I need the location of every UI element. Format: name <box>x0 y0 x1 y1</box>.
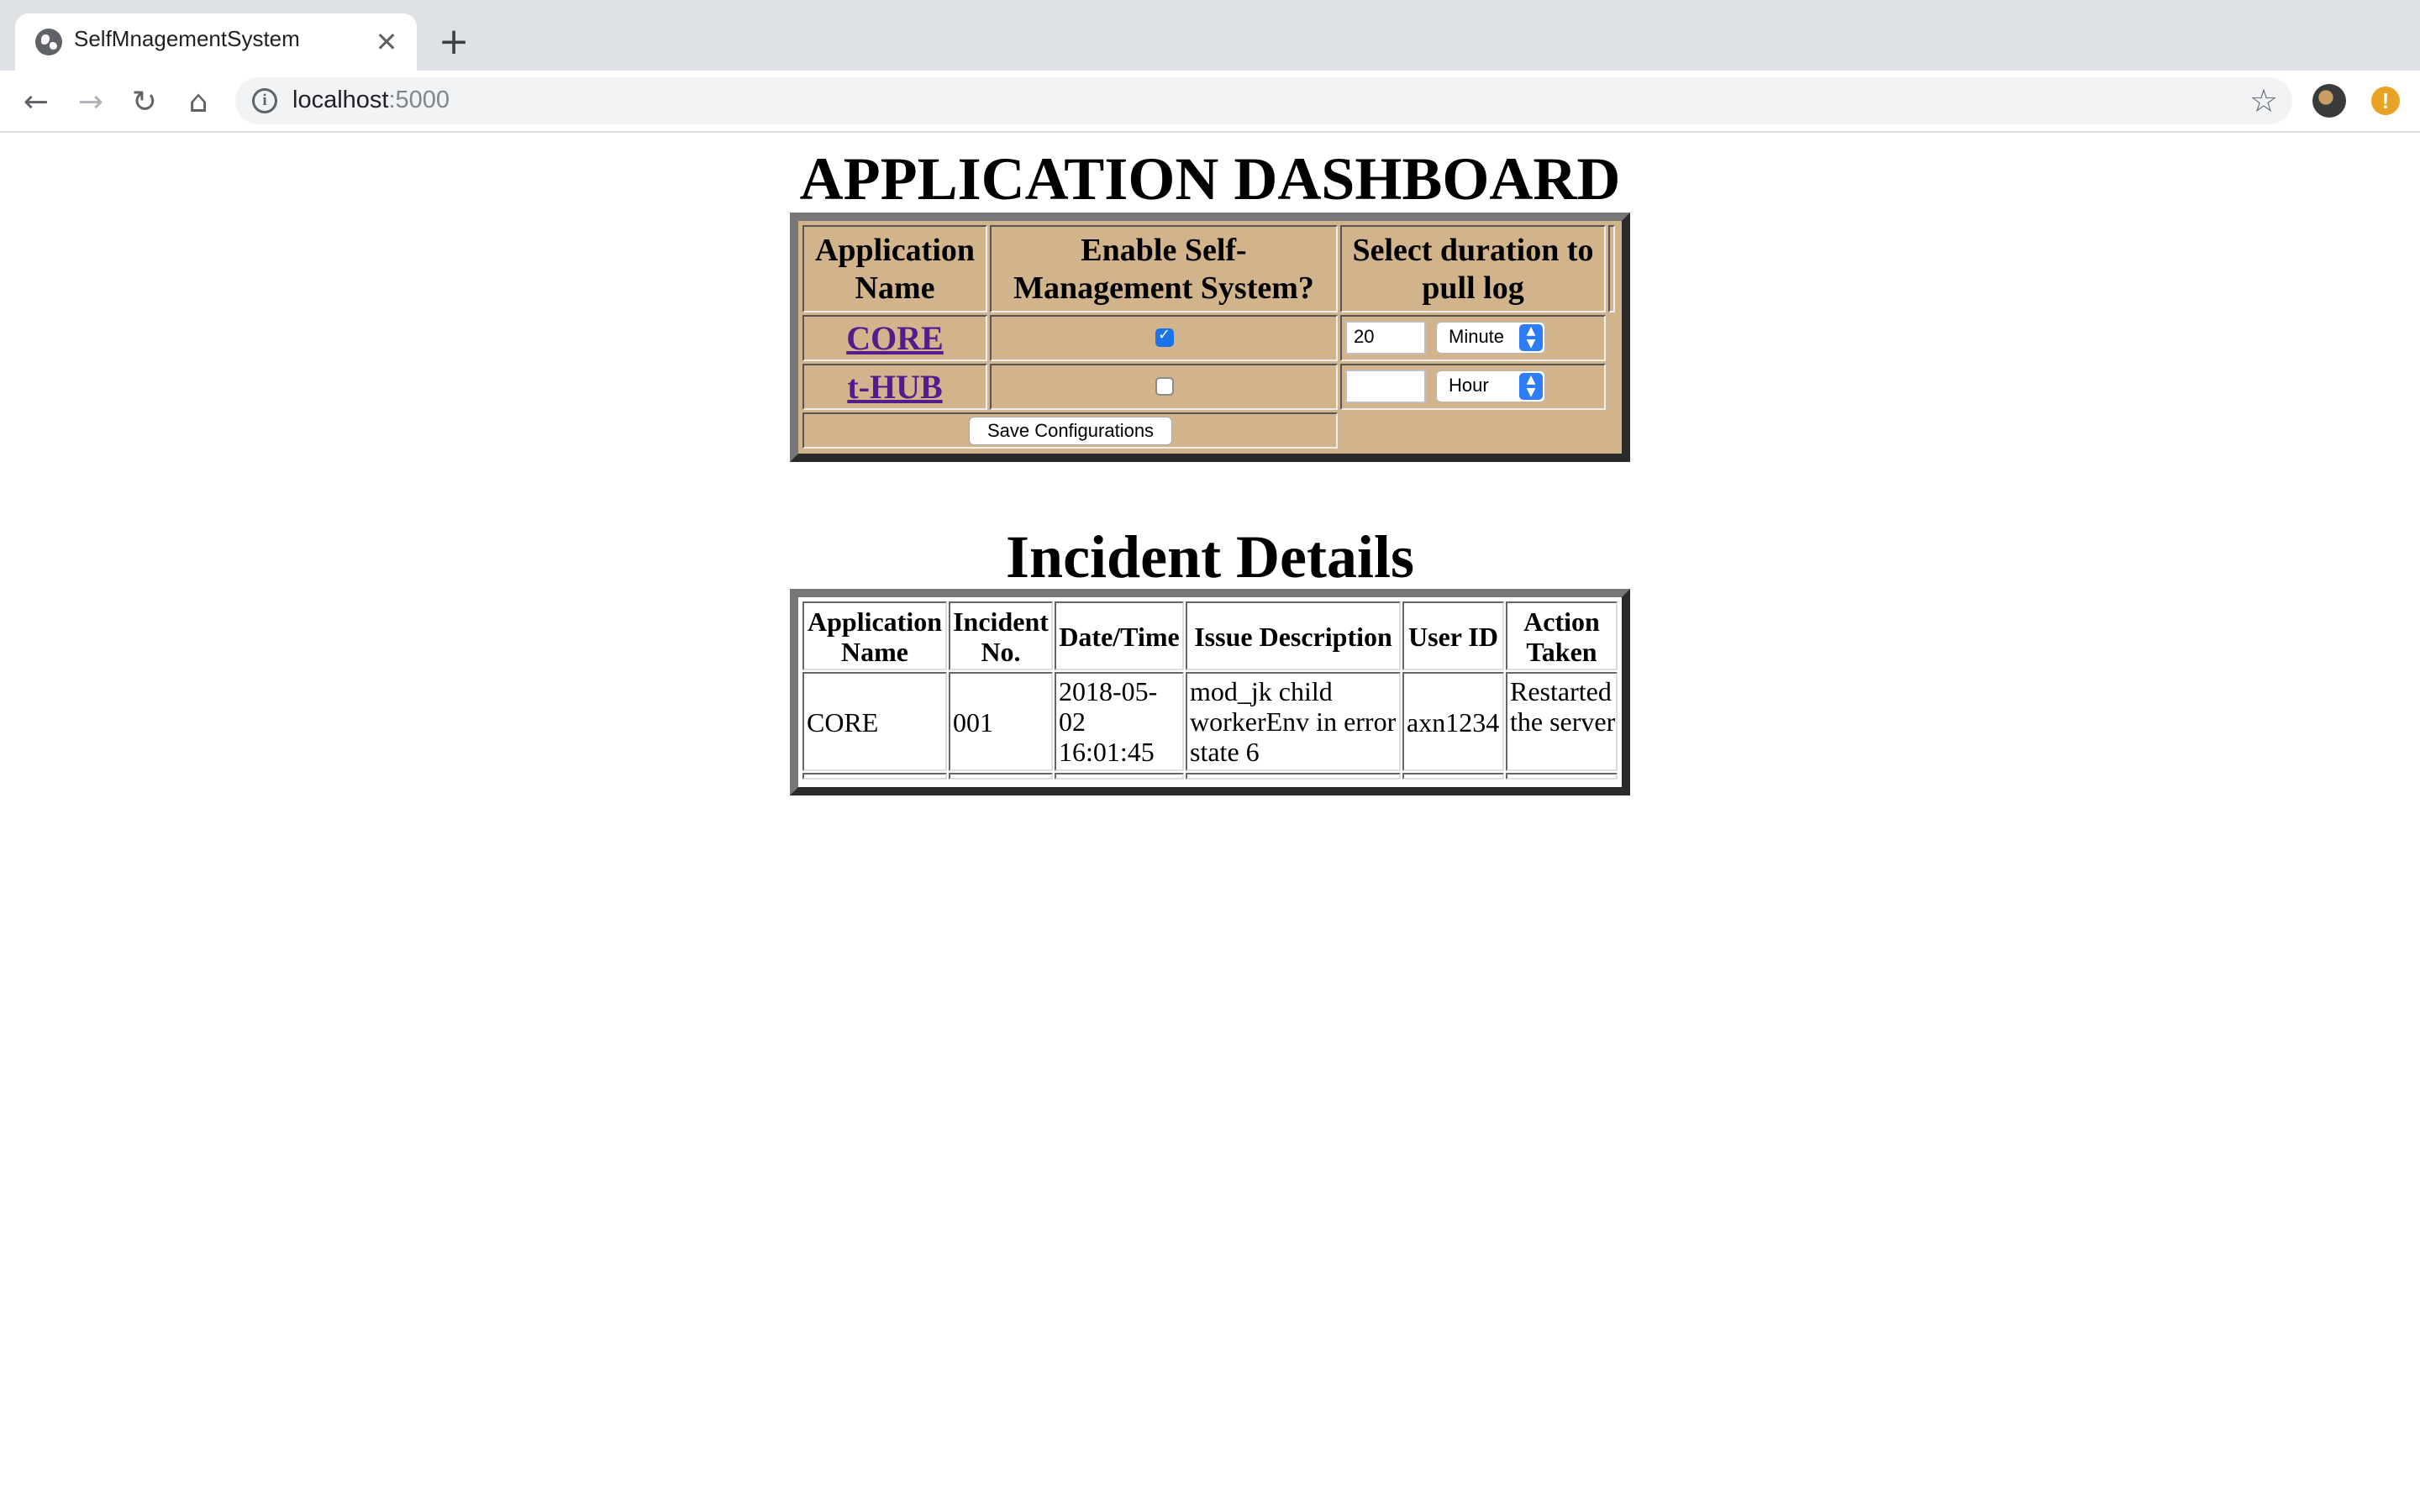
app-link-core[interactable]: CORE <box>804 318 986 358</box>
empty-cell <box>1055 773 1184 780</box>
incident-header: Date/Time <box>1055 601 1184 670</box>
empty-cell <box>949 773 1053 780</box>
enable-checkbox-thub[interactable] <box>1155 377 1174 396</box>
duration-unit-label: Hour <box>1449 375 1489 396</box>
header-duration: Select duration to pull log <box>1340 225 1606 312</box>
duration-cell: Hour ▲ ▼ <box>1340 364 1606 410</box>
incident-cell-datetime: 2018-05-02 16:01:45 <box>1055 672 1184 771</box>
app-cell: CORE <box>802 315 987 361</box>
save-cell: Save Configurations <box>802 412 1338 449</box>
duration-cell: 20 Minute ▲ ▼ <box>1340 315 1606 361</box>
app-link-thub[interactable]: t-HUB <box>804 367 986 407</box>
tab-title: SelfMnagementSystem <box>74 26 300 51</box>
header-enable: Enable Self-Management System? <box>990 225 1338 312</box>
new-tab-icon[interactable]: + <box>435 24 472 60</box>
url-text[interactable]: localhost:5000 <box>292 87 450 114</box>
back-icon[interactable]: ← <box>18 84 55 121</box>
incident-header: Action Taken <box>1506 601 1618 670</box>
empty-cell <box>1186 773 1401 780</box>
header-extra-cell <box>1608 225 1615 312</box>
reload-icon[interactable]: ↻ <box>126 84 163 121</box>
incident-cell-action: Restarted the server <box>1506 672 1618 771</box>
browser-tab[interactable]: SelfMnagementSystem ✕ <box>15 13 417 71</box>
enable-cell <box>990 315 1338 361</box>
incident-title: Incident Details <box>1006 523 1414 591</box>
incident-cell-issue: mod_jk child workerEnv in error state 6 <box>1186 672 1401 771</box>
incident-header: Incident No. <box>949 601 1053 670</box>
duration-unit-select-core[interactable]: Minute ▲ ▼ <box>1436 322 1545 354</box>
close-tab-icon[interactable]: ✕ <box>370 25 403 59</box>
duration-value-core[interactable]: 20 <box>1345 321 1426 354</box>
site-info-icon[interactable]: i <box>252 88 277 113</box>
empty-cell <box>1506 773 1618 780</box>
save-configurations-button[interactable]: Save Configurations <box>969 417 1172 445</box>
incident-cell-user: axn1234 <box>1402 672 1504 771</box>
profile-avatar[interactable] <box>2312 84 2346 118</box>
globe-icon <box>35 29 62 55</box>
incident-cell-no: 001 <box>949 672 1053 771</box>
home-icon[interactable]: ⌂ <box>180 84 217 121</box>
incident-header: Issue Description <box>1186 601 1401 670</box>
incident-header: User ID <box>1402 601 1504 670</box>
chevron-updown-icon: ▲ ▼ <box>1519 324 1543 351</box>
duration-unit-select-thub[interactable]: Hour ▲ ▼ <box>1436 370 1545 402</box>
empty-cell <box>1402 773 1504 780</box>
duration-unit-label: Minute <box>1449 326 1505 347</box>
page-title: APPLICATION DASHBOARD <box>799 145 1621 213</box>
enable-cell <box>990 364 1338 410</box>
incident-cell-app: CORE <box>802 672 947 771</box>
empty-cell <box>802 773 947 780</box>
update-alert-icon[interactable]: ! <box>2371 87 2400 115</box>
header-application-name: Application Name <box>802 225 987 312</box>
forward-icon[interactable]: → <box>72 84 109 121</box>
duration-value-thub[interactable] <box>1345 370 1426 403</box>
address-bar[interactable] <box>235 77 2292 124</box>
app-cell: t-HUB <box>802 364 987 410</box>
enable-checkbox-core[interactable] <box>1155 326 1174 347</box>
incident-header: Application Name <box>802 601 947 670</box>
bookmark-star-icon[interactable]: ☆ <box>2245 82 2282 119</box>
chevron-updown-icon: ▲ ▼ <box>1519 373 1543 400</box>
